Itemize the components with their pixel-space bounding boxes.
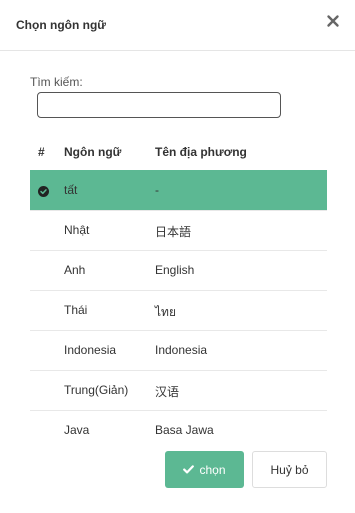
table-row[interactable]: Indonesia Indonesia bbox=[30, 330, 327, 370]
cancel-button[interactable]: Huỷ bỏ bbox=[252, 451, 327, 488]
search-label: Tìm kiếm: bbox=[30, 75, 83, 89]
column-header-local-name: Tên địa phương bbox=[155, 145, 247, 159]
dialog-header: Chọn ngôn ngữ bbox=[0, 0, 355, 51]
search-input[interactable] bbox=[37, 92, 281, 118]
local-name: 日本語 bbox=[155, 225, 192, 239]
table-row[interactable]: Java Basa Jawa bbox=[30, 410, 327, 450]
local-name: English bbox=[155, 263, 195, 277]
local-name: ไทย bbox=[155, 305, 176, 319]
check-circle-icon bbox=[38, 186, 49, 197]
local-name: Indonesia bbox=[155, 343, 208, 357]
column-header-language: Ngôn ngữ bbox=[64, 145, 122, 159]
local-name: Basa Jawa bbox=[155, 423, 214, 437]
language-name: Thái bbox=[64, 303, 88, 317]
check-icon bbox=[183, 465, 195, 474]
language-name: Nhật bbox=[64, 223, 90, 237]
local-name: - bbox=[155, 183, 159, 197]
choose-button[interactable]: chọn bbox=[165, 451, 244, 488]
close-icon bbox=[327, 15, 339, 27]
close-button[interactable] bbox=[326, 14, 340, 28]
language-name: Indonesia bbox=[64, 343, 117, 357]
language-name: Anh bbox=[64, 263, 86, 277]
table-row[interactable]: Anh English bbox=[30, 250, 327, 290]
table-row[interactable]: tất - bbox=[30, 170, 327, 210]
table-row[interactable]: Trung(Giản) 汉语 bbox=[30, 370, 327, 410]
local-name: 汉语 bbox=[155, 385, 180, 399]
language-name: Java bbox=[64, 423, 90, 437]
choose-button-label: chọn bbox=[199, 462, 226, 477]
table-row[interactable]: Thái ไทย bbox=[30, 290, 327, 330]
language-name: Trung(Giản) bbox=[64, 383, 129, 397]
cancel-button-label: Huỷ bỏ bbox=[270, 462, 309, 477]
dialog-title: Chọn ngôn ngữ bbox=[16, 18, 106, 32]
column-header-index: # bbox=[38, 145, 45, 159]
table-row[interactable]: Nhật 日本語 bbox=[30, 210, 327, 250]
language-name: tất bbox=[64, 183, 78, 197]
